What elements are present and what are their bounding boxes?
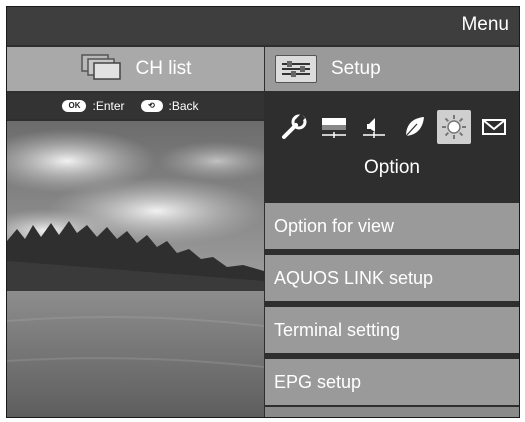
speaker-icon[interactable] xyxy=(357,110,391,144)
section-title: Option xyxy=(364,157,420,178)
menu-item-option-for-view[interactable]: Option for view xyxy=(265,203,519,249)
enter-hint: :Enter xyxy=(92,99,125,113)
top-bar: Menu xyxy=(7,7,519,45)
channel-list-icon xyxy=(80,53,124,86)
setup-label: Setup xyxy=(331,58,381,79)
category-icons xyxy=(277,107,517,147)
tab-ch-list[interactable]: CH list xyxy=(7,47,264,91)
ok-key-icon: OK xyxy=(62,100,87,112)
envelope-icon[interactable] xyxy=(477,110,511,144)
menu-item-aquos-link-setup[interactable]: AQUOS LINK setup xyxy=(265,255,519,301)
menu-title: Menu xyxy=(461,14,509,35)
tv-menu-screen: Menu CH list Setup OK :Enter ⟲:Back Opt… xyxy=(6,6,520,418)
leaf-icon[interactable] xyxy=(397,110,431,144)
option-gear-icon[interactable] xyxy=(437,110,471,144)
menu-item-epg-setup[interactable]: EPG setup xyxy=(265,359,519,405)
menu-item-terminal-setting[interactable]: Terminal setting xyxy=(265,307,519,353)
back-key-icon: ⟲ xyxy=(140,100,163,112)
menu-list-footer xyxy=(265,407,519,417)
remote-hints: OK :Enter ⟲ :Back xyxy=(7,93,264,119)
ch-list-label: CH list xyxy=(135,58,192,79)
setup-icon xyxy=(275,55,317,83)
tab-setup[interactable]: Setup xyxy=(265,47,519,91)
preview-image xyxy=(7,121,264,417)
picture-icon[interactable] xyxy=(317,110,351,144)
wrench-icon[interactable] xyxy=(277,110,311,144)
back-hint: :Back xyxy=(168,99,199,113)
